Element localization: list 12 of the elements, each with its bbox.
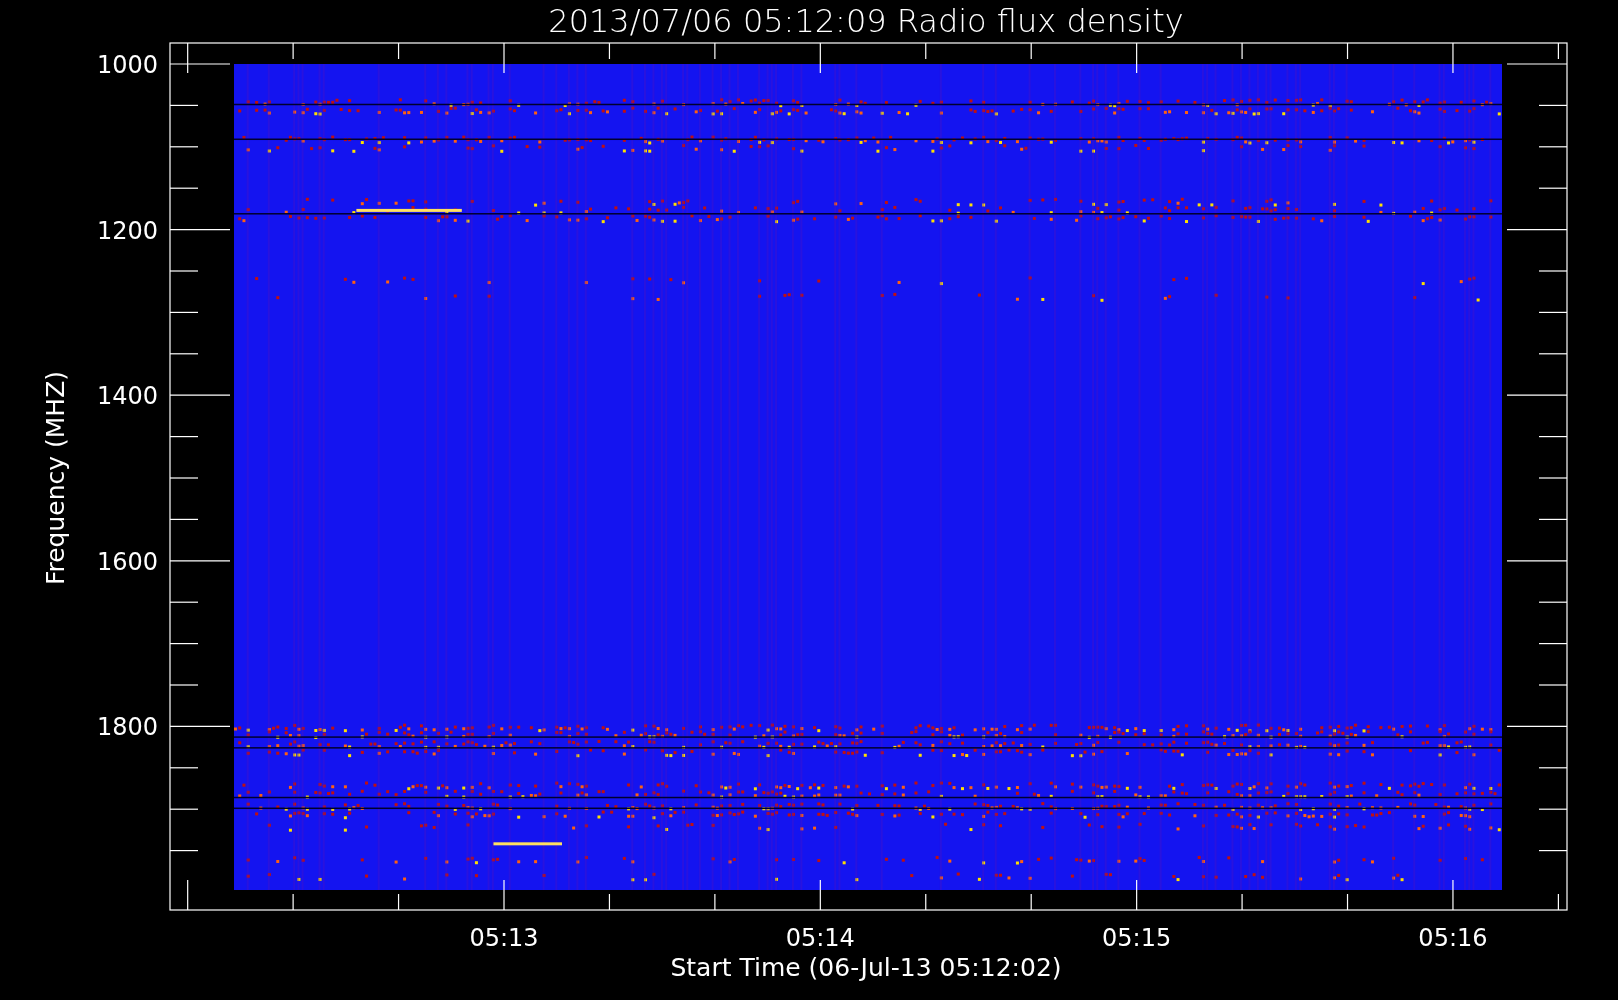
y-tick-label: 1400: [96, 382, 158, 411]
x-axis-label: Start Time (06-Jul-13 05:12:02): [670, 953, 1062, 982]
y-tick-label: 1800: [96, 713, 158, 742]
y-axis-label: Frequency (MHZ): [41, 370, 70, 586]
chart-title: 2013/07/06 05:12:09 Radio flux density: [548, 2, 1184, 40]
y-tick-label: 1000: [96, 51, 158, 79]
x-tick-label: 05:13: [469, 924, 539, 952]
y-tick-label: 1200: [96, 216, 158, 245]
x-tick-label: 05:15: [1102, 924, 1172, 952]
y-tick-label: 1600: [96, 547, 158, 576]
x-tick-label: 05:14: [785, 924, 855, 952]
x-tick-label: 05:16: [1418, 924, 1488, 952]
